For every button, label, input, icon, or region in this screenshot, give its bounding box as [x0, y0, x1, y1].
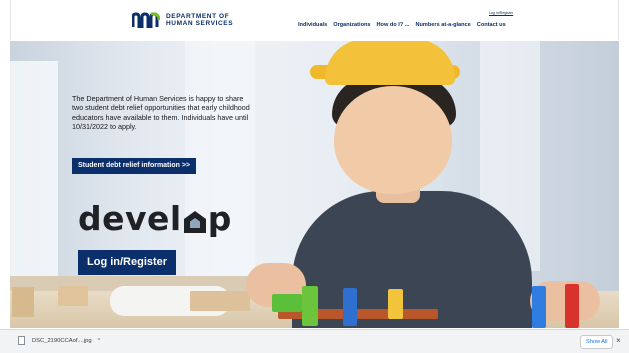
hard-hat — [325, 41, 455, 85]
student-debt-relief-button[interactable]: Student debt relief information >> — [72, 158, 197, 174]
nav-item-individuals[interactable]: Individuals — [298, 22, 327, 28]
develop-logo-text-left: devel — [78, 199, 182, 238]
wood-block — [12, 287, 34, 317]
debt-relief-announcement: The Department of Human Services is happ… — [72, 94, 250, 132]
logo-line-1: DEPARTMENT OF — [166, 13, 230, 20]
toy-peg-blue — [343, 288, 357, 326]
download-shelf: DSC_2190CCAof....jpg ^ Show All × — [0, 329, 629, 353]
main-nav: Individuals Organizations How do I? ... … — [298, 22, 506, 28]
develop-logo-text-right: p — [207, 199, 232, 238]
close-icon[interactable]: × — [616, 336, 621, 345]
wood-block — [58, 286, 88, 306]
background-window — [10, 61, 58, 291]
child-face — [334, 86, 452, 194]
download-file-name: DSC_2190CCAof....jpg — [32, 337, 92, 344]
login-register-button[interactable]: Log in/Register — [78, 250, 177, 275]
logo-wordmark: DEPARTMENT OF HUMAN SERVICES — [166, 13, 233, 27]
site-header: DEPARTMENT OF HUMAN SERVICES Log in/Regi… — [10, 0, 619, 40]
hero-banner: The Department of Human Services is happ… — [10, 41, 619, 328]
toy-peg-blue — [532, 286, 546, 328]
logo-line-2: HUMAN SERVICES — [166, 20, 234, 27]
dhs-logo[interactable]: DEPARTMENT OF HUMAN SERVICES — [132, 12, 233, 28]
file-icon — [18, 336, 25, 345]
house-icon — [183, 210, 206, 233]
chevron-up-icon[interactable]: ^ — [98, 338, 100, 344]
show-all-button[interactable]: Show All — [580, 335, 614, 349]
toy-peg-red — [565, 284, 579, 328]
nav-item-numbers-at-a-glance[interactable]: Numbers at-a-glance — [415, 22, 470, 28]
wood-block — [190, 291, 250, 311]
toy-peg-green — [302, 286, 318, 326]
browser-viewport: DEPARTMENT OF HUMAN SERVICES Log in/Regi… — [0, 0, 629, 353]
nav-item-how-do-i[interactable]: How do I? ... — [377, 22, 410, 28]
nav-item-contact-us[interactable]: Contact us — [477, 22, 506, 28]
nav-item-organizations[interactable]: Organizations — [333, 22, 370, 28]
mn-logo-icon — [132, 12, 160, 28]
header-login-link[interactable]: Log in/Register — [489, 11, 513, 15]
develop-logo: devel p — [78, 199, 231, 238]
download-item[interactable]: DSC_2190CCAof....jpg ^ — [18, 336, 100, 345]
child-shirt — [292, 191, 532, 328]
toy-peg-yellow — [388, 289, 403, 319]
toy-peg-green — [272, 294, 302, 312]
